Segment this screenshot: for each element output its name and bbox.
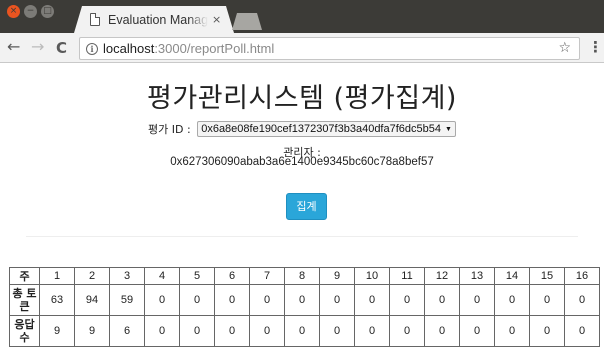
table-cell: 0 [319,284,355,316]
week-column-header: 2 [74,267,110,285]
table-cell: 94 [74,284,110,316]
table-cell: 0 [144,315,180,347]
week-column-header: 15 [529,267,565,285]
week-column-header: 5 [179,267,215,285]
table-cell: 0 [494,284,530,316]
browser-menu-icon[interactable]: ⋮ [588,40,603,55]
divider [26,236,578,237]
forward-arrow-icon[interactable]: → [31,38,44,56]
table-cell: 9 [74,315,110,347]
back-arrow-icon[interactable]: ← [7,38,20,56]
table-cell: 0 [284,315,320,347]
browser-toolbar: ← → C i localhost :3000/reportPoll.html … [0,33,604,63]
table-cell: 0 [564,284,600,316]
dropdown-caret-icon: ▼ [445,126,452,133]
bookmark-star-icon[interactable]: ☆ [558,40,571,56]
window-minimize-button[interactable]: − [24,5,37,18]
table-cell: 0 [354,315,390,347]
poll-id-select[interactable]: 0x6a8e08fe190cef1372307f3b3a40dfa7f6dc5b… [197,121,456,137]
address-bar[interactable]: i localhost :3000/reportPoll.html ☆ [79,37,580,60]
week-column-header: 8 [284,267,320,285]
table-cell: 0 [424,284,460,316]
window-controls: × − □ [7,5,54,18]
row-label: 총 토큰 [9,284,40,316]
window-close-button[interactable]: × [7,5,20,18]
table-cell: 63 [39,284,75,316]
week-column-header: 10 [354,267,390,285]
table-cell: 0 [214,315,250,347]
week-column-header: 14 [494,267,530,285]
week-header-label: 주 [9,267,40,285]
table-cell: 0 [249,284,285,316]
table-cell: 0 [319,315,355,347]
table-cell: 59 [109,284,145,316]
tab-close-icon[interactable]: × [212,13,221,26]
poll-id-value: 0x6a8e08fe190cef1372307f3b3a40dfa7f6dc5b… [201,123,441,135]
table-cell: 0 [459,315,495,347]
table-cell: 6 [109,315,145,347]
row-label: 응답수 [9,315,40,347]
url-path: :3000/reportPoll.html [154,41,275,56]
table-row: 응답수 9 9 6 0 0 0 0 0 0 0 0 0 0 0 0 0 [9,315,600,347]
table-cell: 0 [284,284,320,316]
tab-title: Evaluation Manage [108,12,208,27]
table-cell: 0 [494,315,530,347]
table-cell: 0 [179,284,215,316]
info-icon[interactable]: i [86,42,98,55]
page-title: 평가관리시스템 (평가집계) [147,83,457,114]
poll-id-label: 평가 ID : [148,123,191,136]
table-cell: 0 [529,315,565,347]
url-host: localhost [103,41,155,56]
week-column-header: 12 [424,267,460,285]
table-cell: 0 [529,284,565,316]
week-column-header: 3 [109,267,145,285]
table-cell: 0 [354,284,390,316]
table-cell: 0 [424,315,460,347]
new-tab-button[interactable] [232,13,262,30]
table-cell: 0 [389,315,425,347]
week-column-header: 13 [459,267,495,285]
table-header-row: 주 1 2 3 4 5 6 7 8 9 10 11 12 13 14 15 16 [9,267,600,285]
browser-titlebar: × − □ Evaluation Manage × [0,0,604,33]
table-cell: 0 [459,284,495,316]
table-cell: 0 [179,315,215,347]
table-cell: 0 [389,284,425,316]
poll-select-row: 평가 ID : 0x6a8e08fe190cef1372307f3b3a40df… [0,121,604,137]
reload-icon[interactable]: C [56,39,67,57]
admin-address: 0x627306090abab3a6e1400e9345bc60c78a8bef… [170,156,434,168]
tally-button[interactable]: 집계 [286,193,327,220]
week-column-header: 1 [39,267,75,285]
week-column-header: 7 [249,267,285,285]
week-column-header: 6 [214,267,250,285]
table-cell: 0 [214,284,250,316]
table-row: 총 토큰 63 94 59 0 0 0 0 0 0 0 0 0 0 0 0 0 [9,284,600,316]
table-cell: 0 [144,284,180,316]
week-column-header: 4 [144,267,180,285]
document-icon [90,13,100,26]
week-column-header: 11 [389,267,425,285]
week-column-header: 16 [564,267,600,285]
table-cell: 9 [39,315,75,347]
results-table: 주 1 2 3 4 5 6 7 8 9 10 11 12 13 14 15 16 총 토큰 63 94 59 0 0 0 0 0 0… [9,267,600,347]
table-cell: 0 [249,315,285,347]
week-column-header: 9 [319,267,355,285]
table-cell: 0 [564,315,600,347]
browser-tab-active[interactable]: Evaluation Manage × [74,6,234,33]
window-maximize-button[interactable]: □ [41,5,54,18]
